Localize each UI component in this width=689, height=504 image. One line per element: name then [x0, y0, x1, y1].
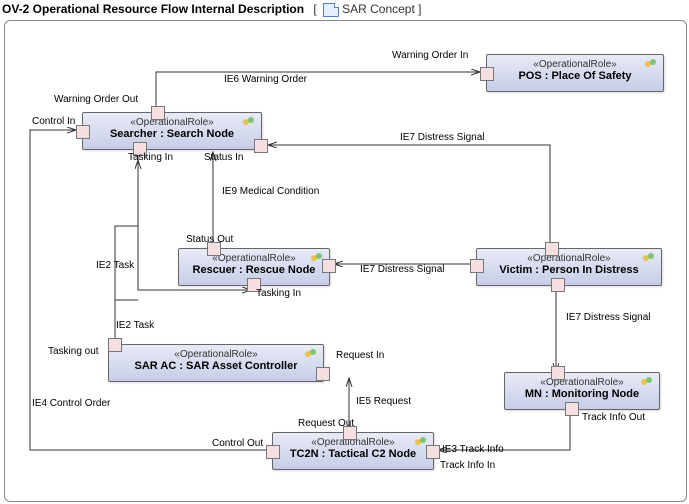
- role-icon: [641, 377, 655, 387]
- port-request-in[interactable]: [316, 367, 330, 381]
- port-tasking-out[interactable]: [108, 338, 122, 352]
- port-label: Request In: [336, 350, 384, 361]
- node-label: SAR AC : SAR Asset Controller: [109, 360, 323, 376]
- flow-label-ie7: IE7 Distress Signal: [400, 132, 484, 143]
- flow-label-ie7: IE7 Distress Signal: [360, 264, 444, 275]
- role-icon: [305, 349, 319, 359]
- node-label: Victim : Person In Distress: [477, 264, 661, 280]
- port-track-info-in[interactable]: [426, 445, 440, 459]
- port-label: Warning Order Out: [54, 94, 138, 105]
- flow-label-ie2: IE2 Task: [116, 320, 154, 331]
- flow-label-ie9: IE9 Medical Condition: [222, 186, 319, 197]
- node-tc2n[interactable]: «OperationalRole» TC2N : Tactical C2 Nod…: [272, 432, 434, 470]
- port-victim-left[interactable]: [470, 259, 484, 273]
- node-mn[interactable]: «OperationalRole» MN : Monitoring Node: [504, 372, 660, 410]
- flow-label-ie5: IE5 Request: [356, 396, 411, 407]
- stereo: «OperationalRole»: [487, 59, 663, 70]
- stereo: «OperationalRole»: [83, 117, 261, 128]
- port-label: Status In: [204, 152, 243, 163]
- flow-label-ie4: IE4 Control Order: [32, 398, 110, 409]
- port-control-in[interactable]: [76, 125, 90, 139]
- flow-label-ie7: IE7 Distress Signal: [566, 312, 650, 323]
- role-icon: [645, 59, 659, 69]
- node-sarac[interactable]: «OperationalRole» SAR AC : SAR Asset Con…: [108, 344, 324, 382]
- node-label: POS : Place Of Safety: [487, 70, 663, 86]
- port-label: Status Out: [186, 234, 233, 245]
- stereo: «OperationalRole»: [477, 253, 661, 264]
- port-label: Tasking In: [256, 288, 301, 299]
- flow-label-ie6: IE6 Warning Order: [224, 74, 307, 85]
- port-victim-up[interactable]: [545, 242, 559, 256]
- role-icon: [643, 253, 657, 263]
- port-control-out[interactable]: [266, 445, 280, 459]
- port-label: Control In: [32, 116, 75, 127]
- port-victim-down[interactable]: [551, 278, 565, 292]
- flow-label-ie2: IE2 Task: [96, 260, 134, 271]
- port-status-in[interactable]: [254, 139, 268, 153]
- node-label: TC2N : Tactical C2 Node: [273, 448, 433, 464]
- reference-text: SAR Concept: [342, 2, 415, 16]
- port-label: Tasking out: [48, 346, 99, 357]
- diagram-title: OV-2 Operational Resource Flow Internal …: [2, 2, 421, 17]
- port-mn-in[interactable]: [551, 366, 565, 380]
- port-warning-order-out[interactable]: [151, 106, 165, 120]
- port-label: Tasking In: [128, 152, 173, 163]
- title-reference: [ SAR Concept ]: [313, 2, 421, 16]
- node-pos[interactable]: «OperationalRole» POS : Place Of Safety: [486, 54, 664, 92]
- node-searcher[interactable]: «OperationalRole» Searcher : Search Node: [82, 112, 262, 150]
- port-distress-in[interactable]: [322, 259, 336, 273]
- stereo: «OperationalRole»: [179, 253, 329, 264]
- port-label: Warning Order In: [392, 50, 468, 61]
- package-icon: [323, 3, 339, 17]
- role-icon: [243, 117, 257, 127]
- node-label: Searcher : Search Node: [83, 128, 261, 144]
- flow-label-ie3: IE3 Track Info: [442, 444, 504, 455]
- stereo: «OperationalRole»: [505, 377, 659, 388]
- port-label: Request Out: [298, 418, 354, 429]
- port-label: Track Info Out: [582, 412, 645, 423]
- node-label: MN : Monitoring Node: [505, 388, 659, 404]
- stereo: «OperationalRole»: [109, 349, 323, 360]
- port-track-info-out[interactable]: [565, 402, 579, 416]
- title-text: OV-2 Operational Resource Flow Internal …: [2, 2, 304, 16]
- port-label: Control Out: [212, 438, 263, 449]
- node-rescuer[interactable]: «OperationalRole» Rescuer : Rescue Node: [178, 248, 330, 286]
- port-warning-order-in[interactable]: [480, 67, 494, 81]
- port-label: Track Info In: [440, 460, 495, 471]
- node-victim[interactable]: «OperationalRole» Victim : Person In Dis…: [476, 248, 662, 286]
